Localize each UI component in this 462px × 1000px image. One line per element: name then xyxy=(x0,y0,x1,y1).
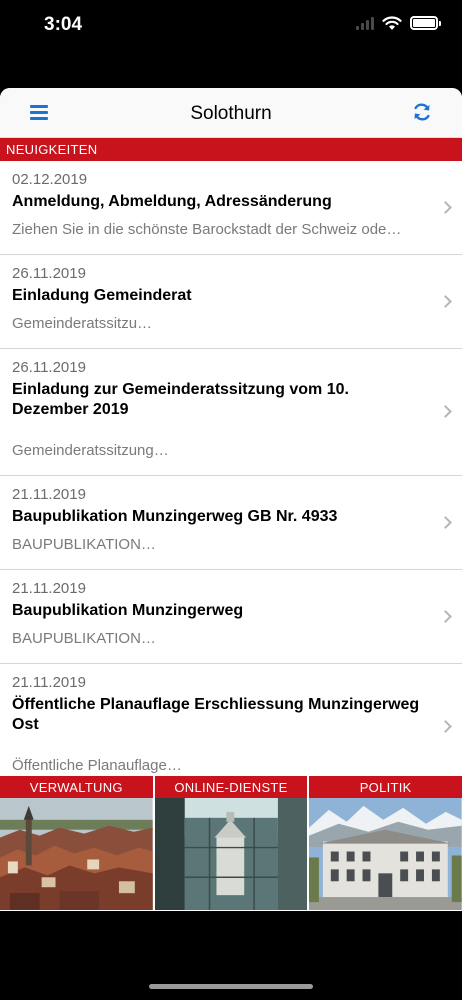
home-indicator[interactable] xyxy=(149,984,313,989)
news-item[interactable]: 21.11.2019 Baupublikation Munzingerweg G… xyxy=(0,476,462,570)
cellular-signal-icon xyxy=(356,16,374,30)
tile-label: VERWALTUNG xyxy=(0,776,153,798)
chevron-right-icon xyxy=(439,405,452,418)
news-title: Einladung Gemeinderat xyxy=(12,287,192,304)
page-title: Solothurn xyxy=(190,103,272,124)
chevron-right-icon xyxy=(439,720,452,733)
news-snippet: BAUPUBLIKATION… xyxy=(12,630,156,647)
news-snippet: Öffentliche Planauflage… xyxy=(12,757,182,774)
news-date: 21.11.2019 xyxy=(12,674,86,691)
news-snippet: Ziehen Sie in die schönste Barockstadt d… xyxy=(12,221,402,238)
news-snippet: Gemeinderatssitzung… xyxy=(12,442,169,459)
news-item[interactable]: 21.11.2019 Öffentliche Planauflage Ersch… xyxy=(0,664,462,778)
wifi-icon xyxy=(382,16,402,30)
news-title: Baupublikation Munzingerweg GB Nr. 4933 xyxy=(12,508,338,525)
status-icons xyxy=(356,15,441,31)
news-date: 26.11.2019 xyxy=(12,359,86,376)
glass-building-reflection-image xyxy=(154,798,308,911)
tile-verwaltung[interactable]: VERWALTUNG xyxy=(0,776,153,911)
news-date: 26.11.2019 xyxy=(12,265,86,282)
town-hall-building-image xyxy=(309,798,462,911)
news-item[interactable]: 21.11.2019 Baupublikation Munzingerweg B… xyxy=(0,570,462,664)
navigation-bar: Solothurn xyxy=(0,88,462,138)
chevron-right-icon xyxy=(439,516,452,529)
tile-politik[interactable]: POLITIK xyxy=(309,776,462,911)
battery-icon xyxy=(410,16,441,30)
refresh-icon[interactable] xyxy=(412,102,432,122)
news-snippet: Gemeinderatssitzu… xyxy=(12,315,153,332)
status-bar: 3:04 xyxy=(0,0,462,50)
news-item[interactable]: 26.11.2019 Einladung zur Gemeinderatssit… xyxy=(0,349,462,476)
news-title: Öffentliche Planauflage Erschliessung Mu… xyxy=(12,696,420,733)
tile-label: POLITIK xyxy=(309,776,462,798)
tile-online-dienste[interactable]: ONLINE-DIENSTE xyxy=(154,776,308,911)
chevron-right-icon xyxy=(439,610,452,623)
tile-label: ONLINE-DIENSTE xyxy=(154,776,308,798)
app-window: Solothurn NEUIGKEITEN 02.12.2019 Anmeldu… xyxy=(0,88,462,911)
news-title: Anmeldung, Abmeldung, Adressänderung xyxy=(12,193,332,210)
chevron-right-icon xyxy=(439,201,452,214)
news-date: 21.11.2019 xyxy=(12,580,86,597)
news-date: 21.11.2019 xyxy=(12,486,86,503)
news-date: 02.12.2019 xyxy=(12,171,88,188)
news-section-header: NEUIGKEITEN xyxy=(0,138,462,161)
news-snippet: BAUPUBLIKATION… xyxy=(12,536,156,553)
news-item[interactable]: 02.12.2019 Anmeldung, Abmeldung, Adressä… xyxy=(0,161,462,255)
news-title: Einladung zur Gemeinderatssitzung vom 10… xyxy=(12,381,349,418)
category-tiles: VERWALTUNG ONLINE-DIENSTE POLITIK xyxy=(0,776,462,911)
chevron-right-icon xyxy=(439,295,452,308)
news-item[interactable]: 26.11.2019 Einladung Gemeinderat Gemeind… xyxy=(0,255,462,349)
news-list: 02.12.2019 Anmeldung, Abmeldung, Adressä… xyxy=(0,161,462,778)
old-town-rooftops-image xyxy=(0,798,153,911)
status-time: 3:04 xyxy=(44,14,83,35)
news-title: Baupublikation Munzingerweg xyxy=(12,602,244,619)
